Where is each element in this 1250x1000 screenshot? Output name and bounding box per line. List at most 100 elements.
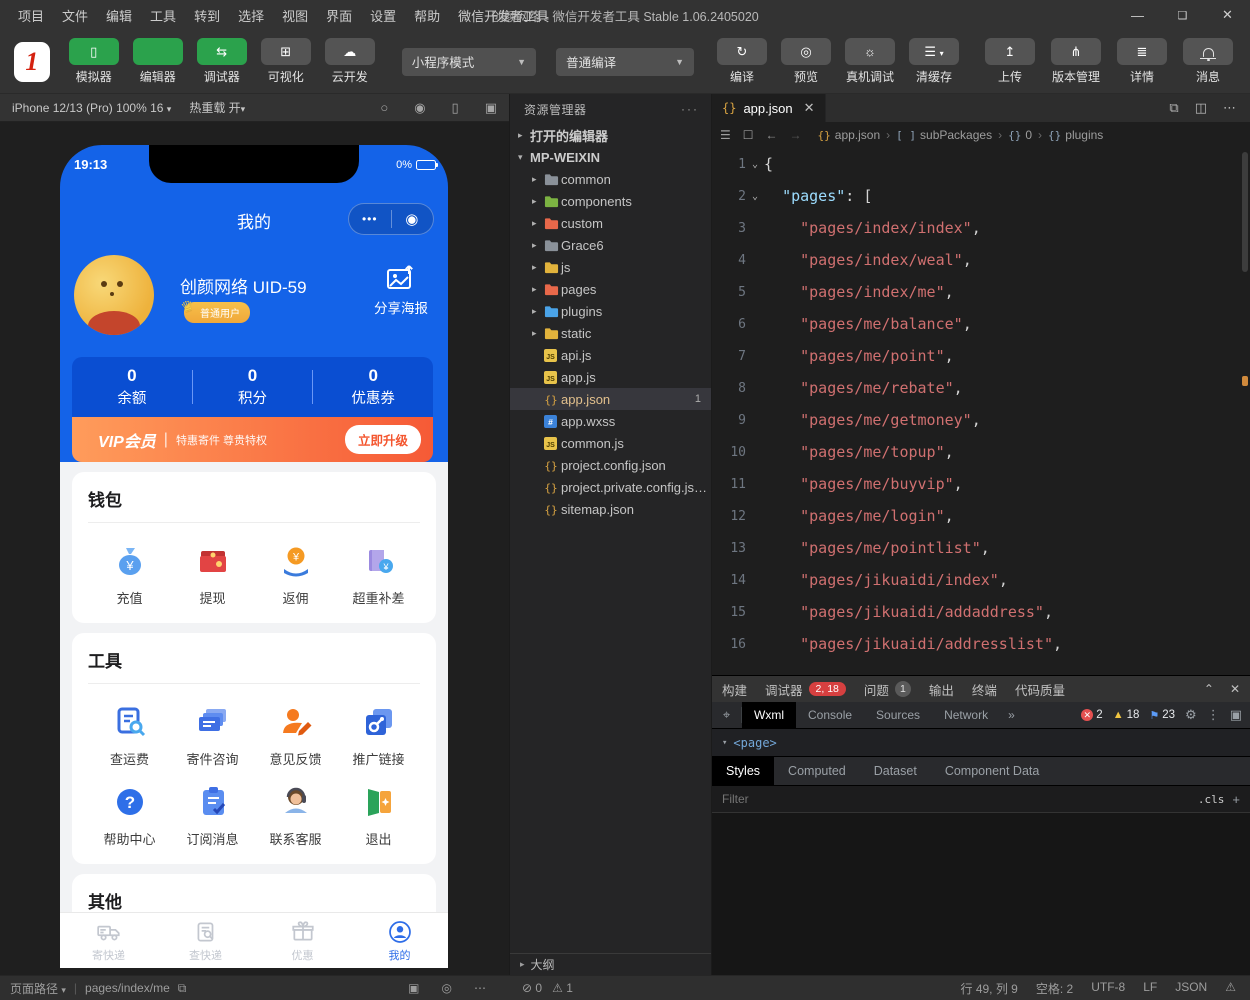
minimize-button[interactable]: — — [1115, 0, 1160, 30]
avatar[interactable] — [74, 255, 154, 335]
close-tab-icon[interactable]: ✕ — [804, 100, 815, 116]
outline-list-icon[interactable]: ☰ — [720, 128, 731, 142]
menu-转到[interactable]: 转到 — [186, 3, 228, 28]
editor-scrollbar[interactable] — [1240, 148, 1250, 675]
hot-reload-toggle[interactable]: 热重载 开▾ — [189, 99, 245, 116]
tree-item-custom[interactable]: ▸custom — [510, 212, 711, 234]
tree-item-common.js[interactable]: JScommon.js — [510, 432, 711, 454]
panel-close-icon[interactable]: ✕ — [1230, 682, 1240, 696]
info-count[interactable]: ⚑23 — [1149, 709, 1175, 722]
menu-item-寄件咨询[interactable]: 寄件咨询 — [171, 688, 254, 768]
menu-工具[interactable]: 工具 — [142, 3, 184, 28]
close-button[interactable]: ✕ — [1205, 0, 1250, 30]
menu-界面[interactable]: 界面 — [318, 3, 360, 28]
panel-tab-终端[interactable]: 终端 — [972, 680, 997, 699]
outline-section[interactable]: ▸大纲 — [510, 953, 711, 975]
menu-item-意见反馈[interactable]: 意见反馈 — [254, 688, 337, 768]
menu-item-订阅消息[interactable]: 订阅消息 — [171, 768, 254, 848]
more-actions-icon[interactable]: ⋯ — [1223, 100, 1236, 116]
debugger-toggle-button[interactable]: ⇆调试器 — [194, 38, 250, 85]
devtools-settings-icon[interactable]: ⚙ — [1185, 707, 1197, 723]
tree-item-app.js[interactable]: JSapp.js — [510, 366, 711, 388]
panel-tab-输出[interactable]: 输出 — [929, 680, 954, 699]
wxml-element-tree[interactable]: ▾<page> — [712, 729, 1250, 756]
rotate-icon[interactable]: ○ — [380, 100, 388, 116]
menu-编辑[interactable]: 编辑 — [98, 3, 140, 28]
more-icon[interactable]: ⋯ — [474, 981, 486, 995]
status-空格:[interactable]: 空格: 2 — [1036, 980, 1073, 997]
inspect-element-icon[interactable]: ⌖ — [712, 707, 742, 723]
more-tabs-icon[interactable]: » — [1000, 708, 1023, 722]
multi-window-icon[interactable]: ▣ — [485, 100, 497, 116]
details-button[interactable]: ≣详情 — [1114, 38, 1170, 85]
panel-collapse-icon[interactable]: ⌃ — [1204, 682, 1214, 696]
devtools-tab-Network[interactable]: Network — [932, 702, 1000, 728]
copy-path-icon[interactable]: ⧉ — [178, 981, 187, 996]
tabbar-查快递[interactable]: 查快递 — [157, 913, 254, 968]
menu-item-查运费[interactable]: 查运费 — [88, 688, 171, 768]
tree-item-project.private.config.js[interactable]: {}project.private.config.js… — [510, 476, 711, 498]
warning-count[interactable]: ▲18 — [1113, 709, 1140, 721]
menu-帮助[interactable]: 帮助 — [406, 3, 448, 28]
upload-button[interactable]: ↥上传 — [982, 38, 1038, 85]
page-path-select[interactable]: 页面路径 ▾ — [10, 980, 66, 997]
devtools-tab-Sources[interactable]: Sources — [864, 702, 932, 728]
version-control-button[interactable]: ⋔版本管理 — [1048, 38, 1104, 85]
forward-icon[interactable]: → — [790, 128, 802, 142]
tree-item-common[interactable]: ▸common — [510, 168, 711, 190]
menu-item-返佣[interactable]: ¥返佣 — [254, 527, 337, 607]
status-UTF-8[interactable]: UTF-8 — [1091, 980, 1125, 997]
devtools-menu-icon[interactable]: ⋮ — [1207, 707, 1220, 723]
alert-icon[interactable]: ⚠ — [1225, 980, 1236, 997]
compile-mode-select[interactable]: 普通编译▼ — [556, 48, 694, 76]
breadcrumb-0[interactable]: {}0 — [1008, 128, 1032, 142]
error-count[interactable]: ✕2 — [1081, 709, 1102, 721]
preview-button[interactable]: ◎预览 — [778, 38, 834, 85]
tree-item-sitemap.json[interactable]: {}sitemap.json — [510, 498, 711, 520]
breadcrumb-plugins[interactable]: {}plugins — [1048, 128, 1103, 142]
tree-item-Grace6[interactable]: ▸Grace6 — [510, 234, 711, 256]
menu-item-提现[interactable]: 提现 — [171, 527, 254, 607]
tree-item-MP-WEIXIN[interactable]: ▾MP-WEIXIN — [510, 146, 711, 168]
style-tab-Dataset[interactable]: Dataset — [860, 757, 931, 785]
compile-button[interactable]: ↻编译 — [714, 38, 770, 85]
cloud-dev-toggle-button[interactable]: ☁云开发 — [322, 38, 378, 85]
new-style-rule-button[interactable]: + — [1232, 792, 1240, 807]
messages-button[interactable]: 消息 — [1180, 38, 1236, 85]
editor-toggle-button[interactable]: 编辑器 — [130, 38, 186, 85]
screenshot-icon[interactable]: ◉ — [414, 100, 425, 116]
style-tab-Styles[interactable]: Styles — [712, 757, 774, 785]
status-JSON[interactable]: JSON — [1175, 980, 1207, 997]
tree-item-js[interactable]: ▸js — [510, 256, 711, 278]
vconsole-toggle-icon[interactable]: ▣ — [408, 981, 419, 995]
menu-选择[interactable]: 选择 — [230, 3, 272, 28]
stat-积分[interactable]: 0积分 — [193, 366, 313, 408]
visualizer-toggle-button[interactable]: ⊞可视化 — [258, 38, 314, 85]
style-tab-Component-Data[interactable]: Component Data — [931, 757, 1054, 785]
tree-item-plugins[interactable]: ▸plugins — [510, 300, 711, 322]
tab-app-json[interactable]: {} app.json ✕ — [712, 94, 826, 122]
tabbar-寄快递[interactable]: 寄快递 — [60, 913, 157, 968]
maximize-button[interactable]: ❑ — [1160, 0, 1205, 30]
menu-视图[interactable]: 视图 — [274, 3, 316, 28]
breadcrumb-subPackages[interactable]: [ ]subPackages — [896, 128, 992, 142]
devtools-tab-Console[interactable]: Console — [796, 702, 864, 728]
code-editor[interactable]: 1⌄{2⌄ "pages": [3 "pages/index/index",4 … — [712, 148, 1250, 675]
upgrade-vip-button[interactable]: 立即升级 — [345, 425, 421, 454]
bookmark-icon[interactable]: ☐ — [743, 128, 754, 142]
tree-item-api.js[interactable]: JSapi.js — [510, 344, 711, 366]
device-frame-icon[interactable]: ▯ — [452, 100, 459, 116]
remote-debug-button[interactable]: ☼真机调试 — [842, 38, 898, 85]
menu-文件[interactable]: 文件 — [54, 3, 96, 28]
mode-select[interactable]: 小程序模式▼ — [402, 48, 536, 76]
explorer-more-icon[interactable]: ··· — [681, 102, 699, 116]
devtools-tab-Wxml[interactable]: Wxml — [742, 702, 796, 728]
style-tab-Computed[interactable]: Computed — [774, 757, 860, 785]
tree-item-pages[interactable]: ▸pages — [510, 278, 711, 300]
stat-优惠券[interactable]: 0优惠券 — [313, 366, 433, 408]
breadcrumb-app.json[interactable]: {}app.json — [818, 128, 881, 142]
toggle-class-button[interactable]: .cls — [1198, 793, 1225, 806]
clear-cache-button[interactable]: ☰ ▾清缓存 — [906, 38, 962, 85]
tree-item-static[interactable]: ▸static — [510, 322, 711, 344]
tabbar-优惠[interactable]: 优惠 — [254, 913, 351, 968]
